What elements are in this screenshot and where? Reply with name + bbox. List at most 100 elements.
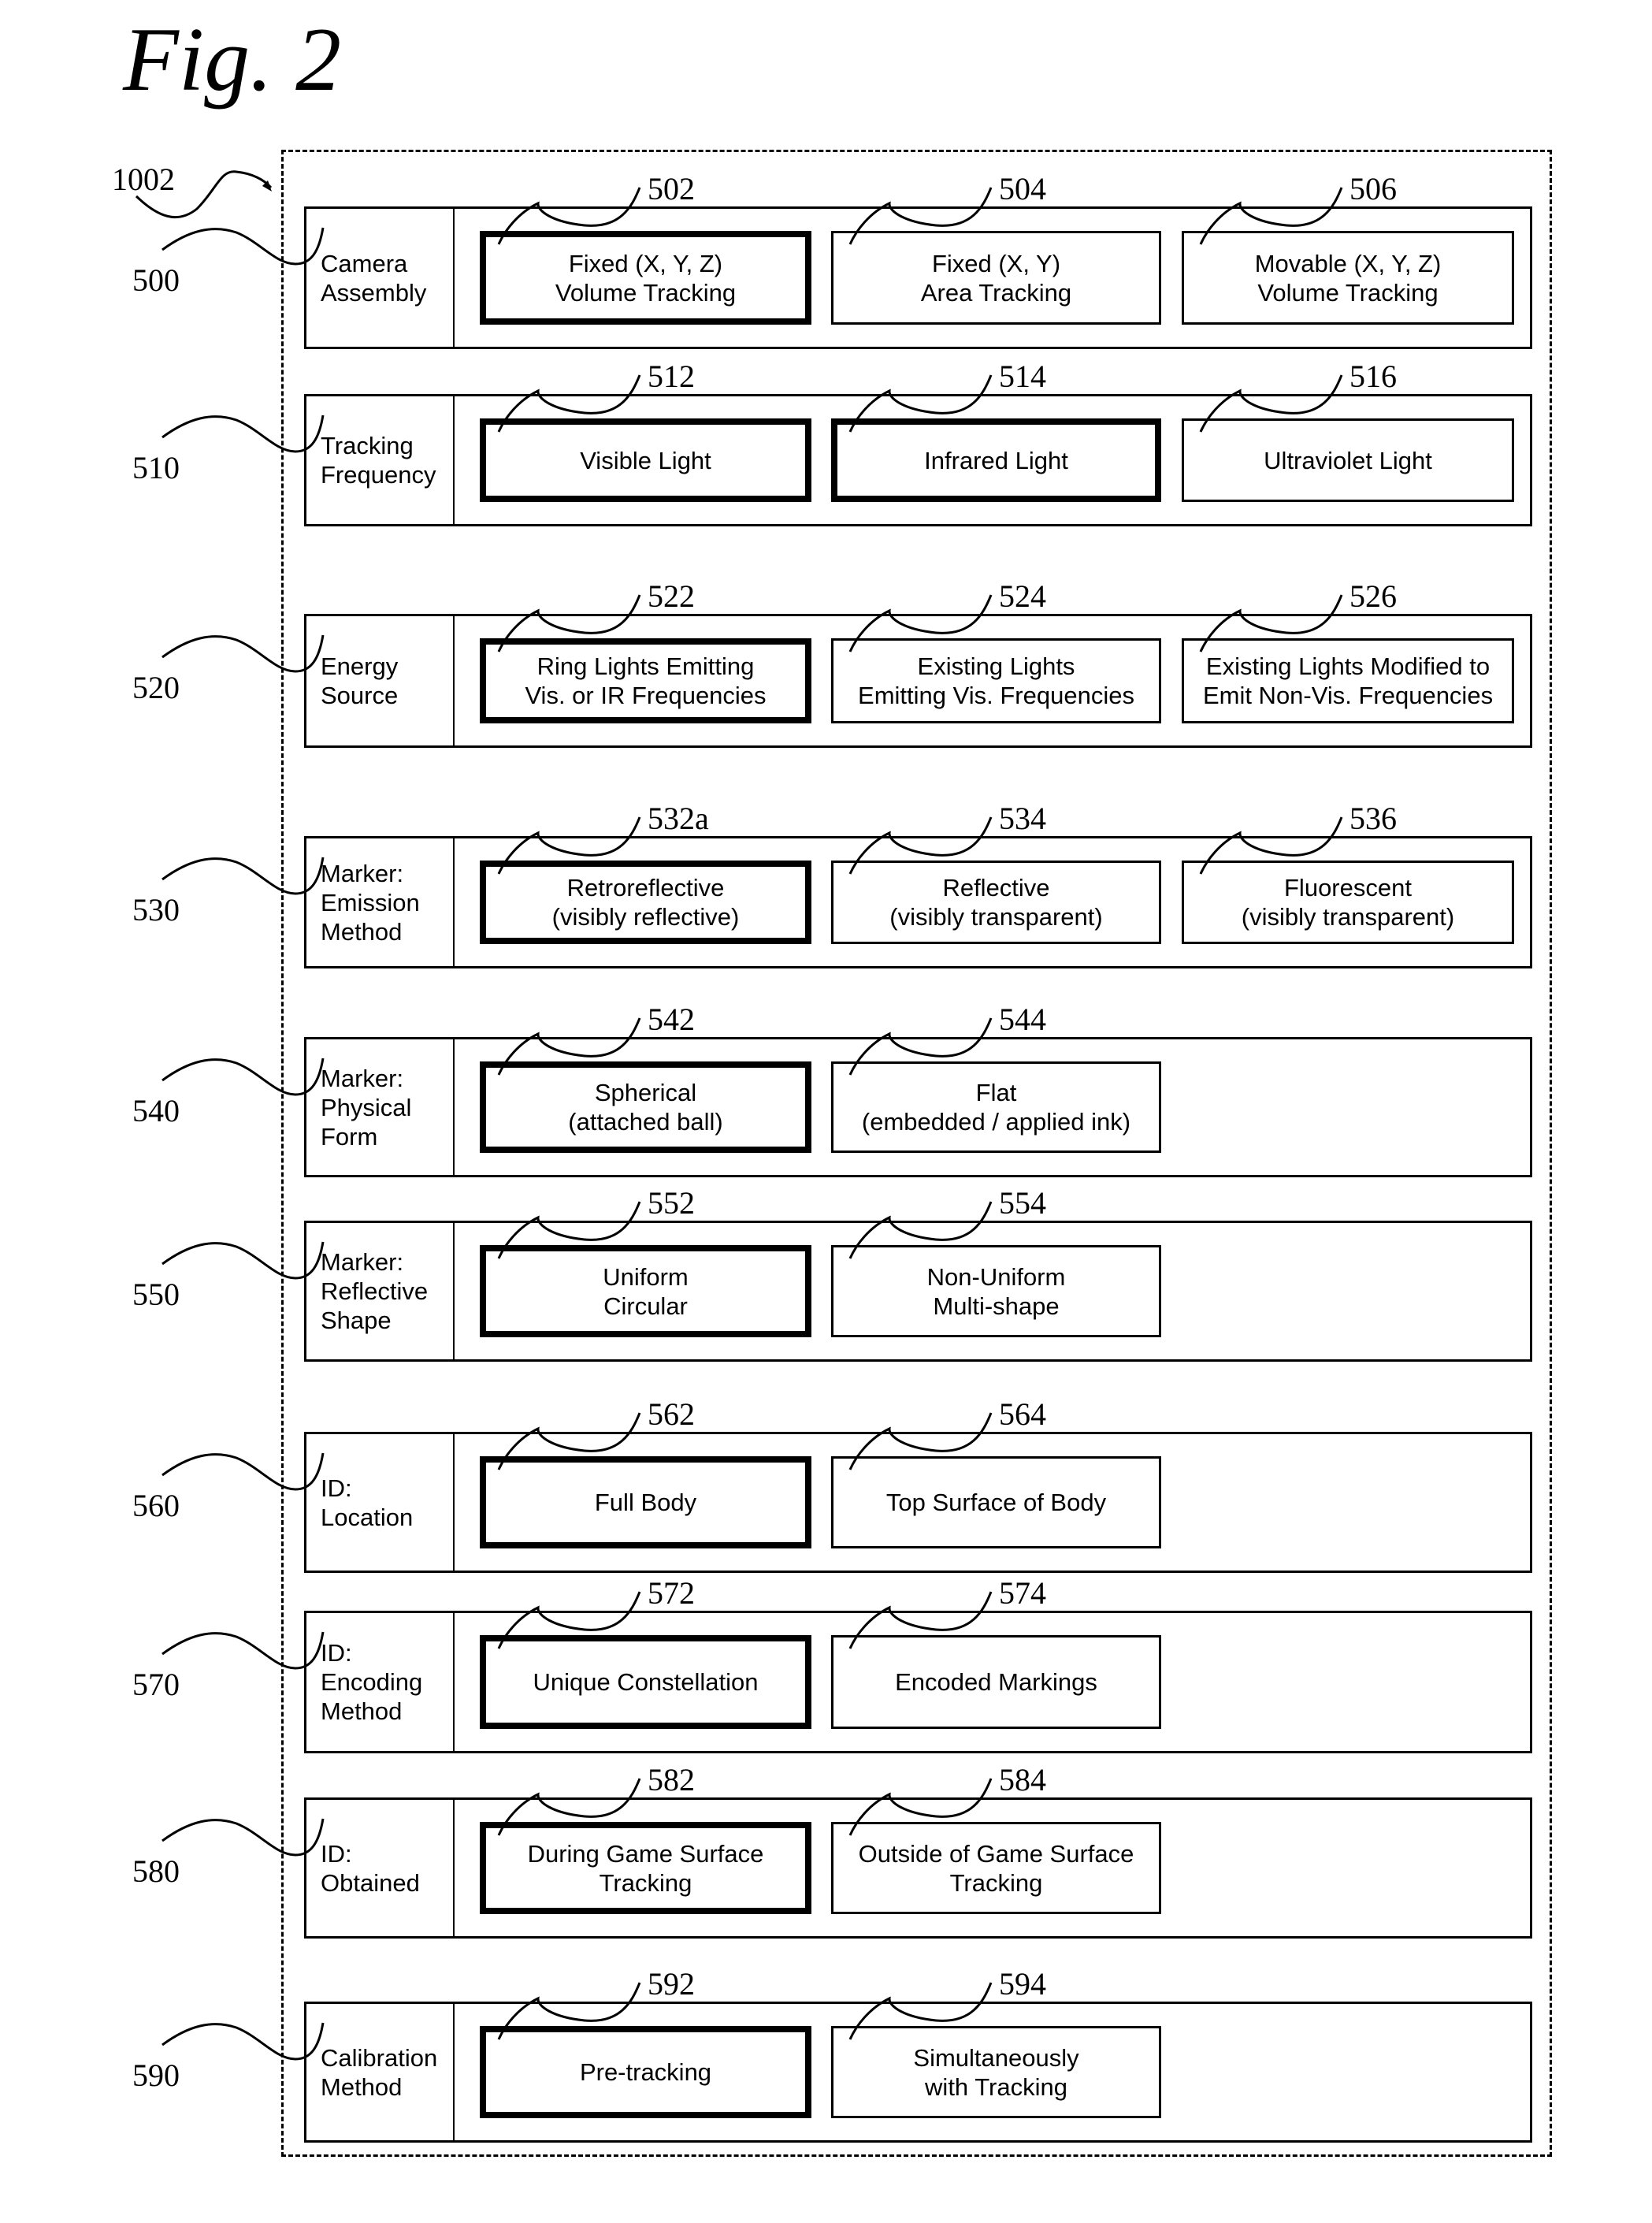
option-label: Pre-tracking [579,2058,712,2086]
row-ref-numeral: 590 [132,2058,180,2093]
option-ref-numeral: 516 [1349,359,1397,394]
option-box: Top Surface of Body [831,1456,1161,1548]
option-label: Flat (embedded / applied ink) [861,1079,1131,1136]
option-label: Encoded Markings [895,1668,1097,1696]
option-ref-numeral: 502 [648,171,695,206]
row-ref-numeral: 580 [132,1853,180,1889]
category-row: Energy Source Ring Lights Emitting Vis. o… [304,614,1532,748]
option-label: Ultraviolet Light [1264,446,1432,474]
option-box: Ultraviolet Light [1182,418,1514,502]
category-row: Calibration Method Pre-tracking Simultaneo… [304,2002,1532,2143]
option-ref-numeral: 536 [1349,801,1397,836]
option-box: Movable (X, Y, Z) Volume Tracking [1182,231,1514,325]
option-box-selected: Uniform Circular [480,1245,811,1337]
category-row: Camera Assembly Fixed (X, Y, Z) Volume Tr… [304,206,1532,349]
option-box: Fixed (X, Y) Area Tracking [831,231,1161,325]
option-box-selected: Pre-tracking [480,2026,811,2118]
option-box: Existing Lights Modified to Emit Non-Vis… [1182,638,1514,723]
row-ref-numeral: 520 [132,670,180,705]
option-label: Ring Lights Emitting Vis. or IR Frequenc… [525,652,767,709]
row-ref-numeral: 530 [132,892,180,927]
category-label-cell: Camera Assembly [306,209,455,347]
category-label-cell: ID: Encoding Method [306,1613,455,1751]
option-ref-numeral: 506 [1349,171,1397,206]
option-label: During Game Surface Tracking [527,1839,764,1897]
option-box-selected: Full Body [480,1456,811,1548]
option-label: Reflective (visibly transparent) [889,874,1103,931]
category-label-cell: ID: Obtained [306,1800,455,1936]
figure-title: Fig. 2 [123,9,342,110]
option-label: Fluorescent (visibly transparent) [1241,874,1455,931]
option-ref-numeral: 584 [999,1762,1046,1797]
option-label: Fixed (X, Y) Area Tracking [920,249,1072,307]
row-ref-numeral: 540 [132,1093,180,1128]
option-ref-numeral: 544 [999,1002,1046,1037]
option-box: Encoded Markings [831,1635,1161,1729]
option-ref-numeral: 572 [648,1575,695,1611]
option-ref-numeral: 564 [999,1396,1046,1432]
option-ref-numeral: 522 [648,578,695,614]
category-label-cell: Marker: Emission Method [306,838,455,966]
category-label: ID: Obtained [321,1839,420,1897]
option-label: Retroreflective (visibly reflective) [551,874,740,931]
category-row: ID: Encoding Method Unique Constellation E… [304,1611,1532,1753]
option-ref-numeral: 524 [999,578,1046,614]
row-ref-numeral: 510 [132,450,180,485]
option-box: Existing Lights Emitting Vis. Frequencie… [831,638,1161,723]
option-box: Reflective (visibly transparent) [831,861,1161,944]
category-label: Camera Assembly [321,249,427,307]
option-box-selected: Spherical (attached ball) [480,1061,811,1153]
category-label: Marker: Emission Method [321,859,420,946]
option-ref-numeral: 552 [648,1185,695,1221]
category-label-cell: ID: Location [306,1434,455,1571]
option-label: Spherical (attached ball) [568,1079,723,1136]
option-ref-numeral: 574 [999,1575,1046,1611]
option-label: Visible Light [580,446,711,474]
category-label: ID: Location [321,1474,414,1531]
option-ref-numeral: 532a [648,801,709,836]
row-ref-numeral: 570 [132,1667,180,1702]
option-label: Full Body [594,1489,697,1516]
row-ref-numeral: 560 [132,1488,180,1523]
option-box-selected: Retroreflective (visibly reflective) [480,861,811,944]
option-label: Infrared Light [924,446,1068,474]
option-ref-numeral: 594 [999,1966,1046,2002]
category-row: Marker: Emission Method Retroreflective (… [304,836,1532,968]
option-box: Outside of Game Surface Tracking [831,1822,1161,1914]
option-ref-numeral: 534 [999,801,1046,836]
category-label: Calibration Method [321,2043,438,2101]
option-label: Fixed (X, Y, Z) Volume Tracking [555,249,737,307]
option-box-selected: Ring Lights Emitting Vis. or IR Frequenc… [480,638,811,723]
option-ref-numeral: 504 [999,171,1046,206]
option-box: Simultaneously with Tracking [831,2026,1161,2118]
category-row: ID: Location Full Body Top Surface of Body [304,1432,1532,1573]
category-label: Tracking Frequency [321,432,436,489]
category-label: Marker: Physical Form [321,1064,412,1151]
option-ref-numeral: 526 [1349,578,1397,614]
row-ref-numeral: 550 [132,1277,180,1312]
option-ref-numeral: 514 [999,359,1046,394]
option-box-selected: Visible Light [480,418,811,502]
option-ref-numeral: 582 [648,1762,695,1797]
option-ref-numeral: 554 [999,1185,1046,1221]
row-ref-numeral: 500 [132,262,180,298]
category-label-cell: Energy Source [306,616,455,745]
option-ref-numeral: 592 [648,1966,695,2002]
arrowhead-icon [262,180,272,191]
category-label: Energy Source [321,652,399,709]
option-box: Fluorescent (visibly transparent) [1182,861,1514,944]
option-box-selected: Fixed (X, Y, Z) Volume Tracking [480,231,811,325]
option-box-selected: During Game Surface Tracking [480,1822,811,1914]
option-ref-numeral: 542 [648,1002,695,1037]
option-ref-numeral: 512 [648,359,695,394]
container-ref-numeral: 1002 [112,162,175,197]
category-row: Marker: Physical Form Spherical (attached… [304,1037,1532,1177]
category-label-cell: Marker: Reflective Shape [306,1223,455,1359]
option-label: Unique Constellation [533,1668,759,1696]
category-row: Marker: Reflective Shape Uniform Circular… [304,1221,1532,1362]
option-box: Non-Uniform Multi-shape [831,1245,1161,1337]
option-box-selected: Infrared Light [831,418,1161,502]
option-label: Uniform Circular [603,1262,689,1320]
option-box: Flat (embedded / applied ink) [831,1061,1161,1153]
option-label: Non-Uniform Multi-shape [926,1262,1066,1320]
